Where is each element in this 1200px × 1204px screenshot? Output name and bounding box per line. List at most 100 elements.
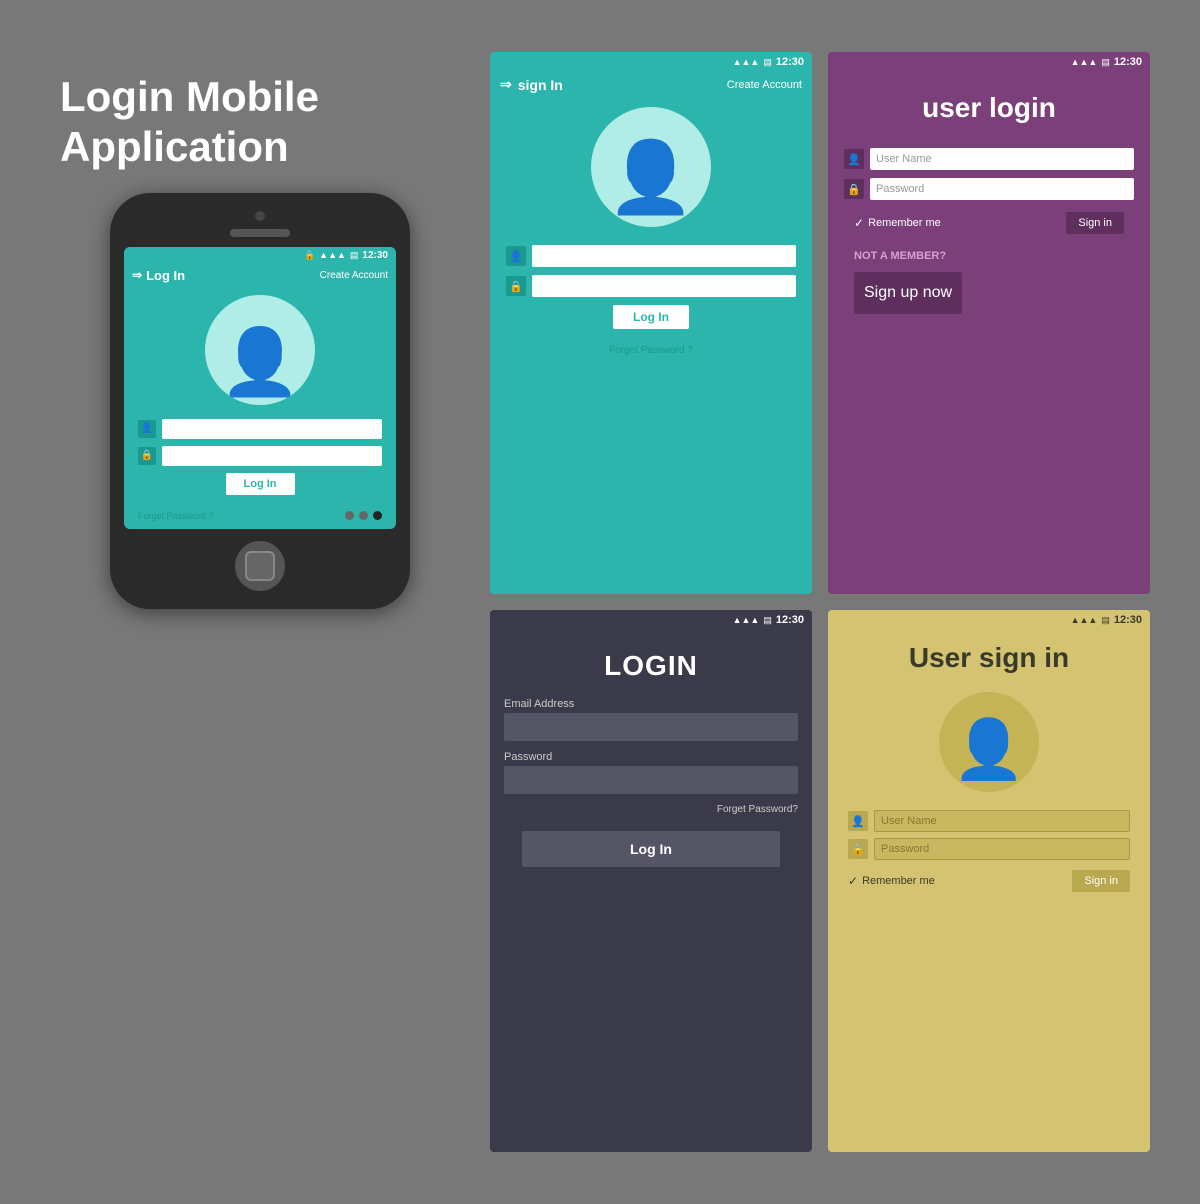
main-container: Login Mobile Application 🔒 ▲▲▲ ▤ 12:30 bbox=[50, 52, 1150, 1152]
screen2-username-row: 👤 User Name bbox=[844, 148, 1134, 170]
screen1-avatar: 👤 bbox=[591, 107, 711, 227]
screen2-password-input[interactable]: Password bbox=[870, 178, 1134, 200]
phone-home-inner bbox=[245, 551, 275, 581]
screen-card-teal: ▲▲▲ ▤ 12:30 ⇒ sign In Create Account 👤 bbox=[490, 52, 812, 594]
s4-time: 12:30 bbox=[1114, 614, 1142, 626]
screen2-signin-button[interactable]: Sign in bbox=[1066, 212, 1124, 234]
right-column: ▲▲▲ ▤ 12:30 ⇒ sign In Create Account 👤 bbox=[490, 52, 1150, 1152]
phone-avatar: 👤 bbox=[205, 295, 315, 405]
left-column: Login Mobile Application 🔒 ▲▲▲ ▤ 12:30 bbox=[50, 52, 470, 1152]
screen3-email-input[interactable] bbox=[504, 713, 798, 741]
phone-speaker bbox=[230, 229, 290, 237]
s4-battery: ▤ bbox=[1101, 615, 1110, 626]
screen4-remember-row: ✓ Remember me Sign in bbox=[838, 866, 1140, 896]
s2-battery: ▤ bbox=[1101, 57, 1110, 68]
screen3-form: Email Address Password Forget Password? … bbox=[490, 698, 812, 879]
page-title: Login Mobile Application bbox=[60, 72, 460, 173]
screen4-signin-button[interactable]: Sign in bbox=[1072, 870, 1130, 892]
screen4-remember-left: ✓ Remember me bbox=[848, 874, 935, 888]
screen3-title: LOGIN bbox=[490, 630, 812, 698]
screen1-create-account[interactable]: Create Account bbox=[727, 79, 802, 91]
screen-card-dark: ▲▲▲ ▤ 12:30 LOGIN Email Address Password… bbox=[490, 610, 812, 1152]
phone-time: 12:30 bbox=[362, 250, 388, 261]
phone-username-input[interactable] bbox=[162, 419, 382, 439]
phone-login-button[interactable]: Log In bbox=[226, 473, 295, 495]
phone-status-bar: 🔒 ▲▲▲ ▤ 12:30 bbox=[124, 247, 396, 264]
dot3 bbox=[373, 511, 382, 520]
battery-icon: ▤ bbox=[350, 250, 359, 261]
screen1-username-row: 👤 bbox=[506, 245, 796, 267]
screen3-forget-pwd[interactable]: Forget Password? bbox=[490, 804, 812, 823]
top-row: ▲▲▲ ▤ 12:30 ⇒ sign In Create Account 👤 bbox=[490, 52, 1150, 594]
screen1-forget-pwd[interactable]: Forget Password ? bbox=[490, 345, 812, 364]
screen1-login-button[interactable]: Log In bbox=[613, 305, 689, 329]
screen4-form: 👤 User Name 🔒 Password ✓ bbox=[828, 802, 1150, 904]
screen4-status-bar: ▲▲▲ ▤ 12:30 bbox=[828, 610, 1150, 630]
screen1-username-input[interactable] bbox=[532, 245, 796, 267]
screen3-login-button[interactable]: Log In bbox=[522, 831, 780, 867]
screen2-check-icon: ✓ bbox=[854, 216, 864, 230]
screen2-lock-icon: 🔒 bbox=[844, 179, 864, 199]
s3-signal: ▲▲▲ bbox=[733, 615, 760, 625]
phone-password-row: 🔒 bbox=[138, 446, 382, 466]
s2-signal: ▲▲▲ bbox=[1071, 57, 1098, 67]
screen1-form: 👤 🔒 Log In bbox=[490, 237, 812, 345]
screen2-status-bar: ▲▲▲ ▤ 12:30 bbox=[828, 52, 1150, 72]
signal-icon: ▲▲▲ bbox=[319, 250, 346, 260]
screen2-title: user login bbox=[828, 72, 1150, 140]
screen3-password-input[interactable] bbox=[504, 766, 798, 794]
screen3-email-label: Email Address bbox=[490, 698, 812, 713]
phone-create-account[interactable]: Create Account bbox=[320, 270, 388, 281]
phone-home-button[interactable] bbox=[235, 541, 285, 591]
phone-appbar-left: ⇒ Log In bbox=[132, 268, 185, 283]
screen3-password-label: Password bbox=[490, 751, 812, 766]
phone-mockup: 🔒 ▲▲▲ ▤ 12:30 ⇒ Log In Create Account bbox=[110, 193, 410, 609]
screen2-form: 👤 User Name 🔒 Password ✓ bbox=[828, 140, 1150, 328]
screen4-username-row: 👤 User Name bbox=[848, 810, 1130, 832]
s3-time: 12:30 bbox=[776, 614, 804, 626]
s1-time: 12:30 bbox=[776, 56, 804, 68]
phone-password-input[interactable] bbox=[162, 446, 382, 466]
screen4-title: User sign in bbox=[828, 630, 1150, 682]
screen1-user-icon: 👤 bbox=[506, 246, 526, 266]
phone-screen: 🔒 ▲▲▲ ▤ 12:30 ⇒ Log In Create Account bbox=[124, 247, 396, 529]
phone-user-icon: 👤 bbox=[138, 420, 156, 438]
screen-card-yellow: ▲▲▲ ▤ 12:30 User sign in 👤 👤 User Name bbox=[828, 610, 1150, 1152]
screen2-user-icon: 👤 bbox=[844, 149, 864, 169]
screen4-lock-icon: 🔒 bbox=[848, 839, 868, 859]
phone-form: 👤 🔒 Log In bbox=[124, 413, 396, 507]
screen1-appbar-left: ⇒ sign In bbox=[500, 76, 563, 93]
s1-arrow-icon: ⇒ bbox=[500, 76, 512, 93]
phone-lock-icon: 🔒 bbox=[304, 250, 315, 261]
login-arrow-icon: ⇒ bbox=[132, 268, 142, 282]
screen4-username-input[interactable]: User Name bbox=[874, 810, 1130, 832]
screen-card-purple: ▲▲▲ ▤ 12:30 user login 👤 User Name 🔒 bbox=[828, 52, 1150, 594]
s1-battery: ▤ bbox=[763, 57, 772, 68]
screen4-avatar-silhouette: 👤 bbox=[953, 721, 1025, 779]
screen1-app-bar: ⇒ sign In Create Account bbox=[490, 72, 812, 97]
phone-username-row: 👤 bbox=[138, 419, 382, 439]
phone-forget-pwd[interactable]: Forget Password ? bbox=[138, 511, 214, 521]
phone-app-bar: ⇒ Log In Create Account bbox=[124, 264, 396, 287]
screen4-password-input[interactable]: Password bbox=[874, 838, 1130, 860]
phone-lock-icon2: 🔒 bbox=[138, 447, 156, 465]
phone-avatar-silhouette: 👤 bbox=[220, 324, 301, 400]
dot2 bbox=[359, 511, 368, 520]
screen1-lock-icon: 🔒 bbox=[506, 276, 526, 296]
title-area: Login Mobile Application bbox=[50, 52, 470, 193]
screen4-password-row: 🔒 Password bbox=[848, 838, 1130, 860]
screen2-password-row: 🔒 Password bbox=[844, 178, 1134, 200]
screen2-not-member: NOT A MEMBER? bbox=[844, 238, 1134, 266]
screen1-status-bar: ▲▲▲ ▤ 12:30 bbox=[490, 52, 812, 72]
screen1-password-input[interactable] bbox=[532, 275, 796, 297]
screen2-remember-row: ✓ Remember me Sign in bbox=[844, 208, 1134, 238]
phone-camera bbox=[255, 211, 265, 221]
s3-battery: ▤ bbox=[763, 615, 772, 626]
screen4-check-icon: ✓ bbox=[848, 874, 858, 888]
screen1-password-row: 🔒 bbox=[506, 275, 796, 297]
dot1 bbox=[345, 511, 354, 520]
screen2-signup-button[interactable]: Sign up now bbox=[854, 272, 962, 314]
s2-time: 12:30 bbox=[1114, 56, 1142, 68]
screen2-username-input[interactable]: User Name bbox=[870, 148, 1134, 170]
screen3-status-bar: ▲▲▲ ▤ 12:30 bbox=[490, 610, 812, 630]
